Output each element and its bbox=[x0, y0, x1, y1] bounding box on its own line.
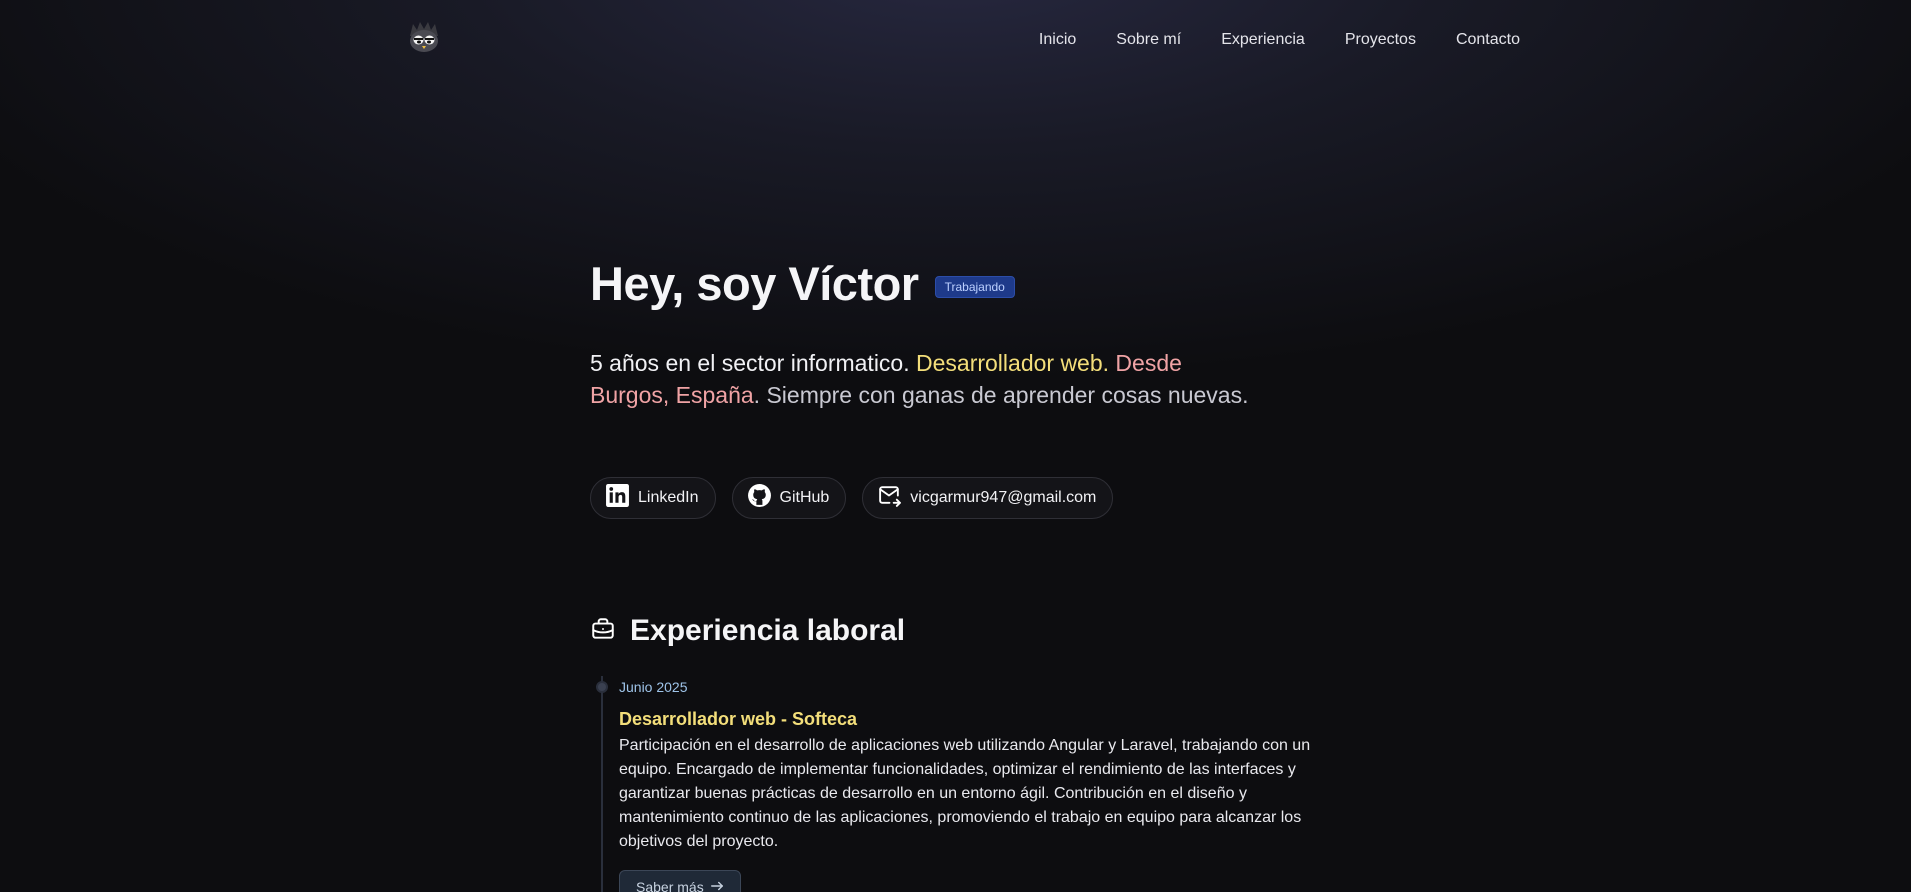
linkedin-button[interactable]: LinkedIn bbox=[590, 477, 716, 519]
mail-icon bbox=[877, 483, 902, 513]
hero-text-tagline: . Siempre con ganas de aprender cosas nu… bbox=[753, 382, 1249, 408]
experience-description: Participación en el desarrollo de aplica… bbox=[619, 737, 1311, 850]
timeline-line bbox=[601, 676, 603, 892]
main-nav: Inicio Sobre mí Experiencia Proyectos Co… bbox=[1039, 30, 1520, 50]
hero-description: 5 años en el sector informatico. Desarro… bbox=[590, 347, 1260, 411]
github-label: GitHub bbox=[779, 489, 830, 506]
linkedin-icon bbox=[605, 483, 630, 513]
experience-title: Experiencia laboral bbox=[630, 614, 906, 647]
page: Inicio Sobre mí Experiencia Proyectos Co… bbox=[0, 0, 1911, 892]
experience-header: Experiencia laboral bbox=[590, 614, 905, 648]
experience-role: Desarrollador web - Softeca bbox=[619, 709, 858, 729]
email-button[interactable]: vicgarmur947@gmail.com bbox=[862, 477, 1114, 519]
github-icon bbox=[747, 483, 772, 513]
saber-mas-label: Saber más bbox=[636, 879, 704, 892]
experience-date: Junio 2025 bbox=[619, 679, 688, 695]
nav-item-experiencia[interactable]: Experiencia bbox=[1221, 30, 1305, 50]
email-label: vicgarmur947@gmail.com bbox=[910, 489, 1097, 506]
nav-item-inicio[interactable]: Inicio bbox=[1039, 30, 1076, 50]
social-links: LinkedIn GitHub vicgarmur947@gmail.com bbox=[590, 477, 1114, 519]
hero-text-years: 5 años en el sector informatico. bbox=[590, 350, 910, 376]
arrow-right-icon bbox=[710, 879, 724, 892]
timeline-dot bbox=[596, 681, 608, 693]
saber-mas-button[interactable]: Saber más bbox=[619, 870, 741, 892]
nav-item-sobre-mi[interactable]: Sobre mí bbox=[1116, 30, 1181, 50]
briefcase-icon bbox=[590, 616, 616, 647]
nav-item-proyectos[interactable]: Proyectos bbox=[1345, 30, 1416, 50]
hero-text-role: Desarrollador web. bbox=[916, 350, 1110, 376]
logo-icon[interactable] bbox=[407, 20, 441, 54]
github-button[interactable]: GitHub bbox=[731, 477, 847, 519]
hero-header: Hey, soy Víctor Trabajando bbox=[590, 256, 1015, 312]
linkedin-label: LinkedIn bbox=[638, 489, 699, 506]
nav-item-contacto[interactable]: Contacto bbox=[1456, 30, 1520, 50]
hero-title: Hey, soy Víctor bbox=[590, 257, 919, 310]
status-badge: Trabajando bbox=[934, 276, 1015, 298]
